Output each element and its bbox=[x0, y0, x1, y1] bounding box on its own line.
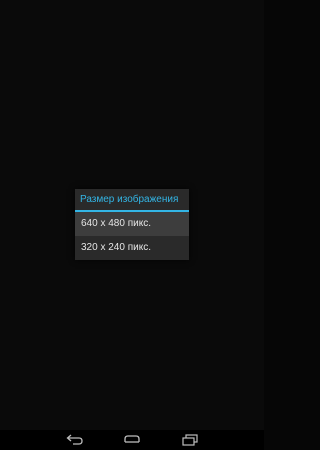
option-320x240[interactable]: 320 x 240 пикс. bbox=[75, 236, 189, 260]
screen: Размер изображения 640 x 480 пикс. 320 x… bbox=[0, 0, 264, 450]
image-size-dialog: Размер изображения 640 x 480 пикс. 320 x… bbox=[75, 189, 189, 260]
back-button[interactable] bbox=[62, 433, 86, 447]
option-640x480[interactable]: 640 x 480 пикс. bbox=[75, 212, 189, 236]
recent-apps-icon bbox=[178, 433, 202, 447]
dialog-title: Размер изображения bbox=[80, 194, 179, 205]
home-button[interactable] bbox=[120, 433, 144, 447]
home-icon bbox=[120, 433, 144, 447]
recent-apps-button[interactable] bbox=[178, 433, 202, 447]
navigation-bar bbox=[0, 430, 264, 450]
back-icon bbox=[62, 433, 86, 447]
